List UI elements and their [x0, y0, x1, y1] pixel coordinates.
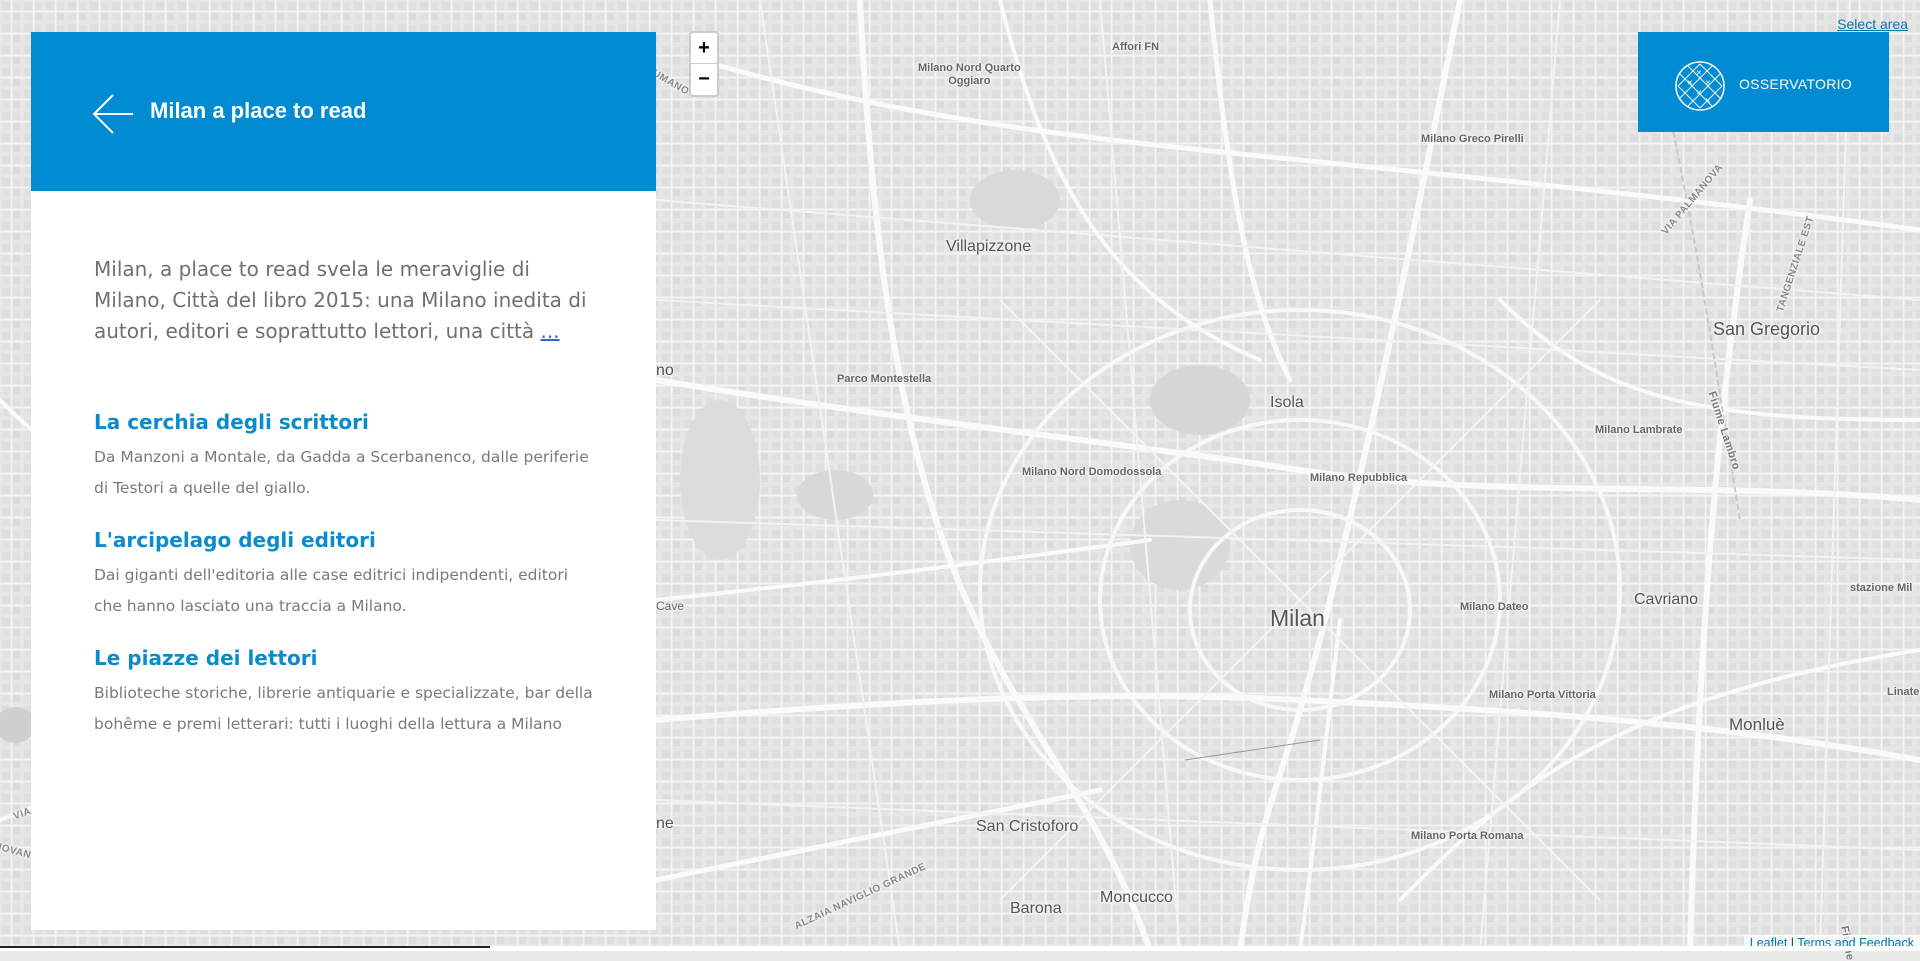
intro-body: Milan, a place to read svela le meravigl…: [94, 257, 587, 343]
map-label-greco-pirelli: Milano Greco Pirelli: [1421, 133, 1524, 145]
section-title-scrittori[interactable]: La cerchia degli scrittori: [94, 410, 594, 434]
map-label-cave: Cave: [656, 599, 685, 613]
map-label-villapizzone: Villapizzone: [946, 238, 1032, 255]
back-button[interactable]: [91, 92, 135, 136]
zoom-in-button[interactable]: +: [691, 33, 717, 64]
map-label-isola: Isola: [1270, 394, 1304, 411]
read-more-link[interactable]: ...: [541, 319, 560, 343]
sidebar-panel: Milan a place to read Milan, a place to …: [31, 32, 656, 930]
map-label-san-gregorio: San Gregorio: [1713, 319, 1821, 339]
map-label-no-fragment: no: [656, 362, 674, 379]
map-label-porta-romana: Milano Porta Romana: [1411, 830, 1524, 842]
map-label-parco-montestella: Parco Montestella: [837, 373, 932, 385]
map-label-barona: Barona: [1010, 900, 1062, 917]
map-label-cavriano: Cavriano: [1634, 591, 1699, 608]
sidebar-header: Milan a place to read: [31, 32, 656, 191]
section-editori: L'arcipelago degli editori Dai giganti d…: [94, 528, 594, 622]
osservatorio-logo-icon: ✕✕ ✕ ✕✕: [1675, 61, 1725, 111]
section-desc-lettori: Biblioteche storiche, librerie antiquari…: [94, 684, 593, 733]
section-title-editori[interactable]: L'arcipelago degli editori: [94, 528, 594, 552]
svg-text:✕: ✕: [1705, 98, 1711, 105]
map-label-dateo: Milano Dateo: [1460, 601, 1529, 613]
bottom-bar-segment: [0, 946, 490, 948]
zoom-control: + −: [689, 31, 719, 97]
map-label-milan: Milan: [1270, 605, 1325, 631]
map-label-porta-vittoria: Milano Porta Vittoria: [1489, 689, 1596, 701]
map-label-monlue: Monluè: [1729, 715, 1785, 734]
map-label-quarto-oggiaro: Milano Nord Quarto Oggiaro: [918, 62, 1021, 87]
section-desc-editori: Dai giganti dell'editoria alle case edit…: [94, 566, 569, 615]
map-label-lambrate: Milano Lambrate: [1595, 424, 1683, 436]
map-label-repubblica: Milano Repubblica: [1310, 472, 1408, 484]
sidebar-title: Milan a place to read: [150, 98, 367, 123]
intro-text: Milan, a place to read svela le meravigl…: [94, 254, 594, 347]
section-lettori: Le piazze dei lettori Biblioteche storic…: [94, 646, 594, 740]
map-label-affori: Affori FN: [1112, 41, 1160, 53]
section-title-lettori[interactable]: Le piazze dei lettori: [94, 646, 594, 670]
svg-text:✕: ✕: [1696, 70, 1702, 77]
section-desc-scrittori: Da Manzoni a Montale, da Gadda a Scerban…: [94, 448, 589, 497]
map-label-ne-fragment: ne: [656, 815, 674, 832]
select-area-link[interactable]: Select area: [1837, 16, 1908, 32]
svg-text:✕: ✕: [1705, 80, 1711, 87]
map-label-moncucco: Moncucco: [1100, 889, 1173, 906]
section-scrittori: La cerchia degli scrittori Da Manzoni a …: [94, 410, 594, 504]
svg-text:✕: ✕: [1696, 90, 1702, 97]
map-label-stazione: stazione Mil: [1850, 582, 1913, 594]
svg-text:✕: ✕: [1687, 80, 1693, 87]
zoom-out-button[interactable]: −: [691, 64, 717, 95]
map-label-san-cristoforo: San Cristoforo: [976, 818, 1079, 835]
map-label-domodossola: Milano Nord Domodossola: [1022, 466, 1162, 478]
osservatorio-label: OSSERVATORIO: [1739, 76, 1853, 92]
map-label-linate: Linate: [1887, 686, 1920, 698]
arrow-left-icon: [92, 94, 133, 134]
osservatorio-button[interactable]: ✕ ✕ ✕ ✕ ✕ OSSERVATORIO: [1638, 32, 1889, 132]
